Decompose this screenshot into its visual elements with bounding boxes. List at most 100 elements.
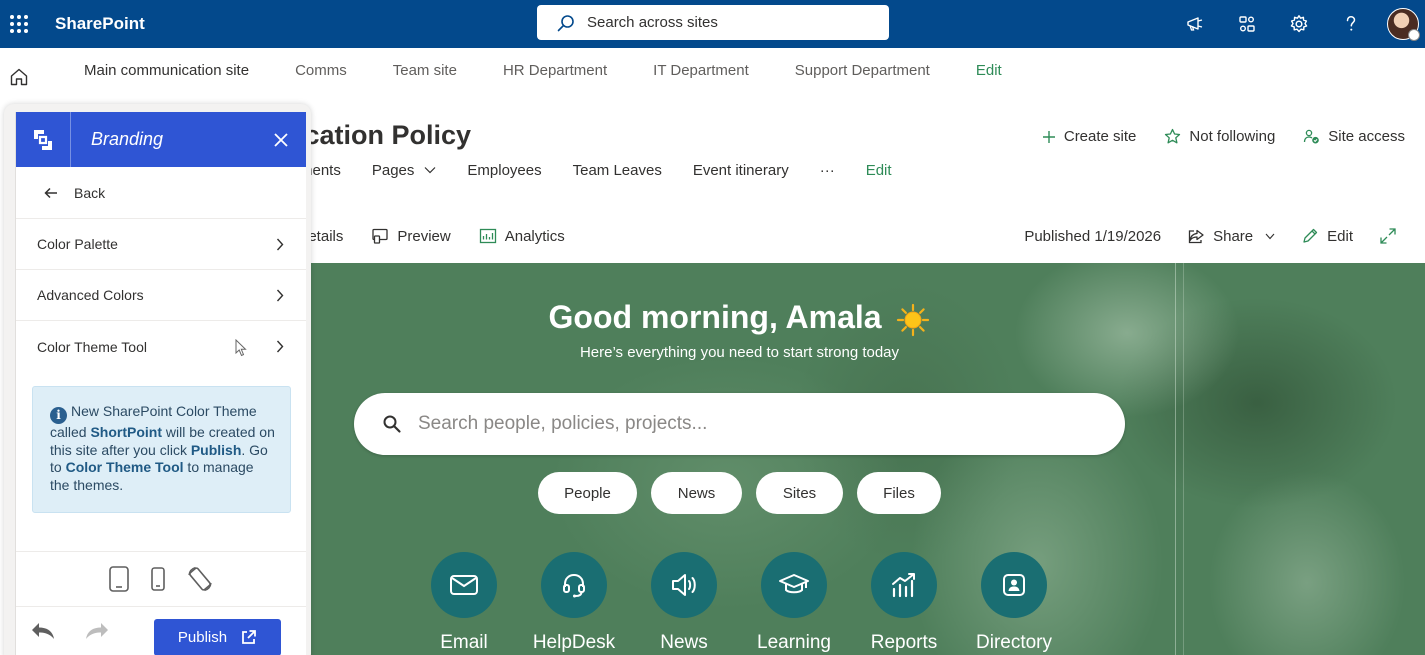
undo-icon	[32, 623, 54, 639]
chevron-right-icon	[276, 289, 284, 301]
site-nav-edit-link[interactable]: Edit	[866, 162, 892, 179]
edit-page-label: Edit	[1327, 227, 1353, 245]
chevron-down-icon	[1265, 233, 1275, 239]
back-button[interactable]: Back	[16, 167, 306, 219]
hub-item-comms[interactable]: Comms	[295, 62, 347, 79]
published-status: Published 1/19/2026	[1024, 228, 1161, 245]
menu-item-advanced-colors[interactable]: Advanced Colors	[16, 270, 306, 321]
hero-search-input[interactable]: Search people, policies, projects...	[354, 393, 1125, 455]
hero-divider	[1175, 263, 1176, 655]
quick-link-circle	[431, 552, 497, 618]
analytics-button[interactable]: Analytics	[479, 227, 565, 245]
megaphone-icon	[1187, 17, 1203, 31]
share-icon	[1188, 229, 1204, 244]
hub-navigation: Main communication site Comms Team site …	[84, 48, 1002, 92]
quick-link-label: News	[660, 632, 708, 653]
site-nav-item-pages[interactable]: Pages	[372, 162, 437, 179]
command-bar: details Preview Analytics Published 1/19…	[300, 222, 1425, 250]
undo-button[interactable]	[16, 607, 70, 655]
chevron-right-icon	[276, 340, 284, 353]
quick-link-label: HelpDesk	[532, 632, 616, 653]
pill-people[interactable]: People	[538, 472, 637, 514]
tablet-icon[interactable]	[108, 565, 130, 593]
quick-link-news[interactable]: News	[651, 552, 717, 654]
menu-item-label: Color Palette	[37, 236, 118, 252]
pill-sites[interactable]: Sites	[756, 472, 843, 514]
suite-search-box[interactable]: Search across sites	[537, 5, 889, 40]
site-nav-item-team-leaves[interactable]: Team Leaves	[573, 162, 662, 179]
speaker-icon	[672, 574, 696, 596]
quick-link-label: Email	[440, 632, 488, 653]
hero-search-placeholder: Search people, policies, projects...	[418, 413, 708, 434]
site-nav-item-employees[interactable]: Employees	[467, 162, 541, 179]
pill-news[interactable]: News	[651, 472, 742, 514]
hub-item-team-site[interactable]: Team site	[393, 62, 457, 79]
menu-item-color-theme-tool[interactable]: Color Theme Tool	[16, 321, 306, 372]
quick-link-helpdesk[interactable]: HelpDesk	[533, 552, 615, 654]
mouse-cursor-icon	[235, 339, 247, 357]
help-icon	[1346, 16, 1356, 31]
site-access-label: Site access	[1328, 128, 1405, 145]
quick-link-circle	[761, 552, 827, 618]
site-actions: Create site Not following Site access	[1014, 128, 1405, 145]
quick-link-label: Reports	[870, 632, 938, 653]
site-nav-more-button[interactable]: ···	[820, 162, 835, 179]
quick-link-learning[interactable]: Learning	[757, 552, 831, 654]
shortpoint-logo-icon	[16, 112, 71, 167]
hub-nav-edit-link[interactable]: Edit	[976, 62, 1002, 79]
graduation-cap-icon	[779, 574, 809, 594]
hub-item-support-department[interactable]: Support Department	[795, 62, 930, 79]
create-site-button[interactable]: Create site	[1042, 128, 1137, 145]
redo-button[interactable]	[70, 607, 124, 655]
share-button[interactable]: Share	[1187, 227, 1275, 245]
greeting-text: Good morning, Amala	[548, 299, 882, 335]
avatar[interactable]	[1387, 8, 1420, 41]
theme-info-message: i New SharePoint Color Theme called Short…	[32, 386, 291, 513]
site-access-button[interactable]: Site access	[1303, 128, 1405, 145]
info-text-bold: Publish	[190, 441, 242, 458]
close-panel-button[interactable]	[256, 132, 306, 147]
publish-button[interactable]: Publish	[154, 619, 281, 655]
help-button[interactable]	[1325, 0, 1377, 48]
quick-link-directory[interactable]: Directory	[976, 552, 1052, 654]
quick-link-email[interactable]: Email	[431, 552, 497, 654]
site-nav-item-event-itinerary[interactable]: Event itinerary	[693, 162, 789, 179]
quick-link-reports[interactable]: Reports	[871, 552, 937, 654]
branding-panel-header: Branding	[16, 112, 306, 167]
publish-label: Publish	[177, 629, 228, 646]
search-filter-pills: People News Sites Files	[538, 472, 955, 514]
hero-divider	[1183, 263, 1184, 655]
edit-page-button[interactable]: Edit	[1301, 227, 1353, 245]
hub-item-it-department[interactable]: IT Department	[653, 62, 749, 79]
device-preview-toolbar	[16, 551, 306, 606]
app-name[interactable]: SharePoint	[55, 14, 145, 34]
info-text-bold: Color Theme Tool	[65, 459, 184, 476]
mobile-icon[interactable]	[150, 566, 166, 592]
hub-item-hr-department[interactable]: HR Department	[503, 62, 607, 79]
mail-icon	[450, 575, 478, 595]
branding-panel: Branding Back Color Palette Advanced Col…	[15, 112, 306, 655]
branding-panel-title: Branding	[91, 129, 164, 149]
site-title[interactable]: ication Policy	[297, 120, 471, 151]
home-icon[interactable]	[9, 67, 29, 87]
app-launcher-button[interactable]	[0, 0, 38, 48]
chevron-right-icon	[276, 238, 284, 250]
gear-icon	[1290, 15, 1308, 33]
create-site-label: Create site	[1063, 128, 1137, 145]
follow-button[interactable]: Not following	[1164, 128, 1275, 145]
menu-item-color-palette[interactable]: Color Palette	[16, 219, 306, 270]
search-icon	[383, 415, 401, 433]
hub-item-main-communication-site[interactable]: Main communication site	[84, 62, 249, 79]
preview-button[interactable]: Preview	[371, 227, 451, 245]
announcements-button[interactable]	[1169, 0, 1221, 48]
share-label: Share	[1213, 227, 1254, 245]
search-icon	[557, 14, 574, 31]
settings-button[interactable]	[1273, 0, 1325, 48]
pill-files[interactable]: Files	[857, 472, 941, 514]
rotate-device-icon[interactable]	[186, 565, 214, 593]
quick-link-circle	[541, 552, 607, 618]
close-icon	[274, 132, 288, 147]
connections-button[interactable]	[1221, 0, 1273, 48]
expand-button[interactable]	[1379, 227, 1405, 245]
chart-up-icon	[892, 573, 915, 598]
